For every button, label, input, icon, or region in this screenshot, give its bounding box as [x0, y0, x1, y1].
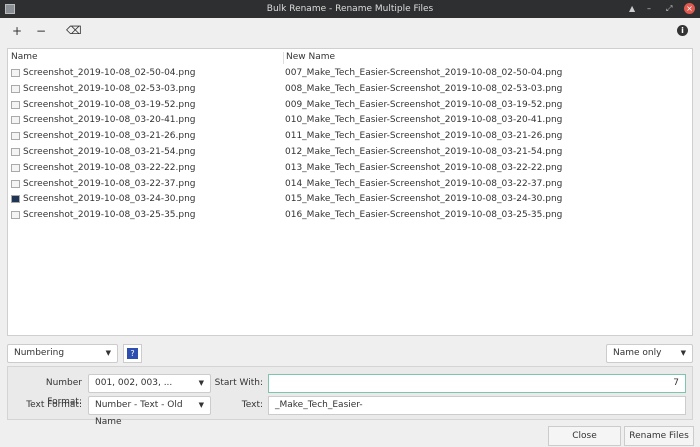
table-row[interactable]: Screenshot_2019-10-08_03-21-54.png 012_Ma… — [8, 144, 692, 160]
old-name: Screenshot_2019-10-08_03-25-35.png — [23, 210, 196, 221]
minimize-icon[interactable]: – — [647, 3, 651, 15]
add-files-button[interactable]: + — [12, 24, 22, 38]
old-name: Screenshot_2019-10-08_03-21-26.png — [23, 131, 196, 142]
table-row[interactable]: Screenshot_2019-10-08_03-21-26.png 011_Ma… — [8, 128, 692, 144]
file-list[interactable]: Name New Name Screenshot_2019-10-08_02-5… — [7, 48, 693, 336]
chevron-down-icon: ▼ — [680, 349, 686, 357]
remove-files-button[interactable]: − — [36, 24, 46, 38]
text-format-value: Number - Text - Old Name — [95, 400, 183, 427]
image-file-icon — [11, 69, 20, 77]
old-name: Screenshot_2019-10-08_03-22-37.png — [23, 178, 196, 189]
start-with-input[interactable]: 7 — [268, 374, 686, 393]
image-file-icon — [11, 179, 20, 188]
help-icon: ? — [127, 348, 138, 359]
table-row[interactable]: Screenshot_2019-10-08_03-22-22.png 013_Ma… — [8, 160, 692, 176]
rename-scope-select[interactable]: Name only ▼ — [606, 344, 693, 363]
image-file-icon — [11, 84, 20, 93]
keep-above-icon[interactable]: ▲ — [629, 3, 635, 15]
text-input[interactable]: _Make_Tech_Easier- — [268, 396, 686, 415]
start-with-label: Start With: — [214, 378, 263, 388]
table-row[interactable]: Screenshot_2019-10-08_03-22-37.png 014_Ma… — [8, 176, 692, 192]
image-file-icon — [11, 116, 20, 125]
rename-mode-value: Numbering — [14, 348, 65, 358]
app-icon — [5, 4, 15, 14]
close-window-icon[interactable]: × — [684, 3, 695, 14]
text-format-label: Text Format: — [26, 400, 82, 410]
old-name: Screenshot_2019-10-08_03-22-22.png — [23, 162, 196, 173]
rename-scope-value: Name only — [613, 348, 662, 358]
title-bar: Bulk Rename - Rename Multiple Files — [0, 0, 700, 18]
number-format-value: 001, 002, 003, ... — [95, 378, 173, 388]
old-name: Screenshot_2019-10-08_02-50-04.png — [23, 68, 196, 78]
new-name: 013_Make_Tech_Easier-Screenshot_2019-10-… — [285, 162, 563, 173]
column-header-name[interactable]: Name — [11, 52, 38, 62]
table-row[interactable]: Screenshot_2019-10-08_02-50-04.png 007_Ma… — [8, 65, 692, 81]
image-file-icon — [11, 195, 20, 204]
image-file-icon — [11, 100, 20, 109]
table-row[interactable]: Screenshot_2019-10-08_02-53-03.png 008_Ma… — [8, 81, 692, 97]
clear-list-button[interactable]: ⌫ — [66, 24, 82, 38]
column-separator — [283, 52, 284, 64]
new-name: 015_Make_Tech_Easier-Screenshot_2019-10-… — [285, 194, 563, 205]
text-format-select[interactable]: Number - Text - Old Name ▼ — [88, 396, 211, 427]
image-file-icon — [11, 148, 20, 156]
chevron-down-icon: ▼ — [105, 349, 111, 357]
column-header-new-name[interactable]: New Name — [286, 52, 335, 62]
table-row[interactable]: Screenshot_2019-10-08_03-24-30.png 015_Ma… — [8, 191, 692, 207]
text-label: Text: — [241, 400, 263, 410]
table-row[interactable]: Screenshot_2019-10-08_03-20-41.png 010_Ma… — [8, 112, 692, 128]
help-button[interactable]: ? — [123, 344, 142, 363]
new-name: 007_Make_Tech_Easier-Screenshot_2019-10-… — [285, 68, 563, 78]
new-name: 011_Make_Tech_Easier-Screenshot_2019-10-… — [285, 131, 563, 142]
table-row[interactable]: Screenshot_2019-10-08_03-25-35.png 016_Ma… — [8, 207, 692, 223]
old-name: Screenshot_2019-10-08_02-53-03.png — [23, 83, 196, 94]
image-file-icon — [11, 163, 20, 172]
new-name: 010_Make_Tech_Easier-Screenshot_2019-10-… — [285, 115, 563, 126]
new-name: 008_Make_Tech_Easier-Screenshot_2019-10-… — [285, 83, 563, 94]
close-button[interactable]: Close — [548, 426, 621, 446]
table-row[interactable]: Screenshot_2019-10-08_03-19-52.png 009_Ma… — [8, 97, 692, 113]
rename-files-button[interactable]: Rename Files — [624, 426, 694, 446]
chevron-down-icon: ▼ — [198, 401, 204, 409]
new-name: 012_Make_Tech_Easier-Screenshot_2019-10-… — [285, 147, 563, 157]
old-name: Screenshot_2019-10-08_03-21-54.png — [23, 147, 196, 157]
new-name: 014_Make_Tech_Easier-Screenshot_2019-10-… — [285, 178, 563, 189]
info-button[interactable]: i — [677, 25, 688, 36]
image-file-icon — [11, 132, 20, 141]
new-name: 009_Make_Tech_Easier-Screenshot_2019-10-… — [285, 99, 563, 110]
new-name: 016_Make_Tech_Easier-Screenshot_2019-10-… — [285, 210, 563, 221]
maximize-icon[interactable]: ⤢ — [666, 3, 672, 15]
number-format-select[interactable]: 001, 002, 003, ... ▼ — [88, 374, 211, 393]
old-name: Screenshot_2019-10-08_03-19-52.png — [23, 99, 196, 110]
old-name: Screenshot_2019-10-08_03-20-41.png — [23, 115, 196, 126]
image-file-icon — [11, 211, 20, 220]
old-name: Screenshot_2019-10-08_03-24-30.png — [23, 194, 196, 205]
rename-mode-select[interactable]: Numbering ▼ — [7, 344, 118, 363]
window-title: Bulk Rename - Rename Multiple Files — [266, 4, 434, 14]
chevron-down-icon: ▼ — [198, 379, 204, 387]
